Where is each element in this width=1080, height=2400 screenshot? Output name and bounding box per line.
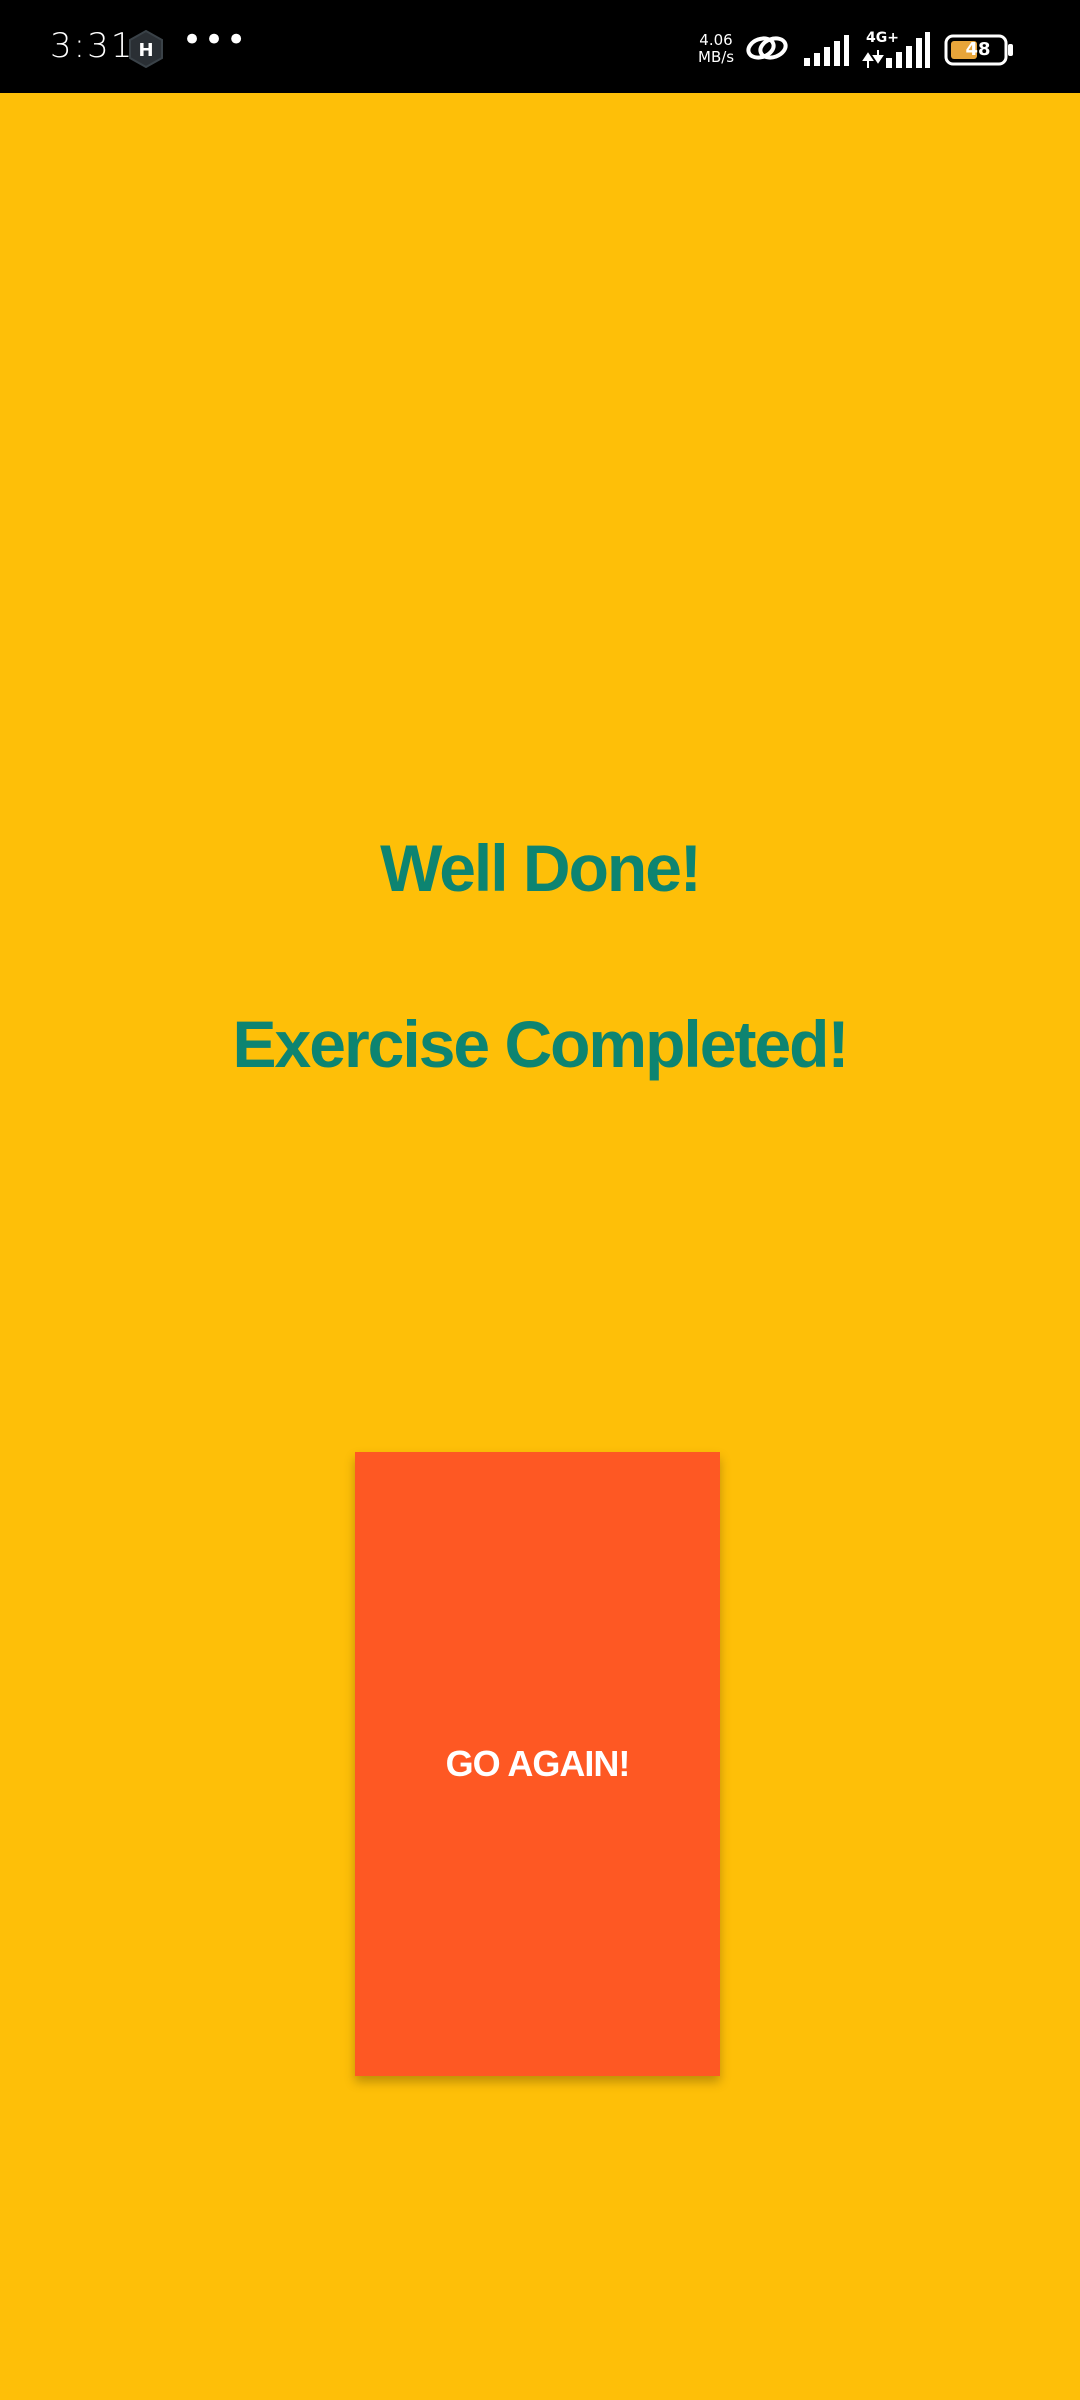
network-speed-value: 4.06	[699, 31, 733, 49]
exercise-completed-text: Exercise Completed!	[232, 1007, 850, 1081]
status-bar: 3:31 H ••• 4.06 MB/s 4G+ 48	[0, 0, 1080, 93]
go-again-label: GO AGAIN!	[445, 1743, 631, 1784]
go-again-button[interactable]: GO AGAIN!	[355, 1452, 720, 2076]
status-time: 3:31	[50, 26, 135, 66]
signal-4g-icon	[862, 30, 930, 70]
link-icon	[744, 30, 790, 66]
svg-text:H: H	[138, 40, 153, 61]
more-notifications-icon: •••	[182, 20, 249, 60]
app-hexagon-icon: H	[128, 29, 164, 69]
battery-level: 48	[965, 39, 991, 60]
signal-icon	[802, 32, 850, 68]
network-speed-unit: MB/s	[698, 48, 735, 66]
network-speed: 4.06 MB/s	[698, 32, 734, 66]
page-title: Well Done!	[380, 831, 702, 905]
